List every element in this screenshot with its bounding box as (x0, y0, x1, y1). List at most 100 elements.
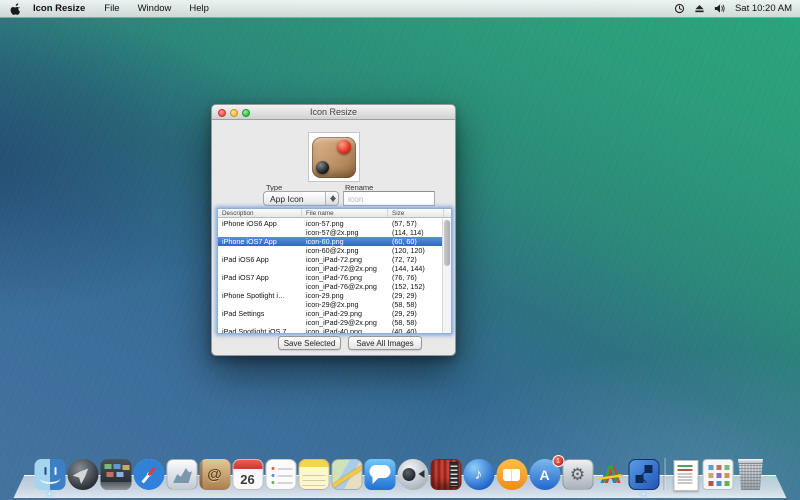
cell-filename: icon_iPad-72@2x.png (306, 264, 388, 273)
system-preferences-glyph: ⚙ (563, 460, 592, 489)
dock-icon-trash[interactable] (735, 459, 767, 490)
dock-divider (661, 454, 668, 490)
active-app-name[interactable]: Icon Resize (31, 3, 95, 14)
menu-help[interactable]: Help (180, 3, 218, 14)
dock-icon-letter-a-app[interactable]: A (595, 459, 627, 490)
table-row[interactable]: icon-57@2x.png (114, 114) (218, 228, 442, 237)
downloads-icon (702, 459, 733, 490)
icon-resize-app-icon (628, 459, 659, 490)
dock-icon-mail[interactable] (166, 459, 198, 490)
cell-size: (114, 114) (392, 228, 444, 237)
table-row[interactable]: iPad Spotlight iOS 7icon_iPad-40.png(40,… (218, 327, 442, 334)
photo-booth-icon (430, 459, 461, 490)
table-row[interactable]: icon_iPad-29@2x.png (58, 58) (218, 318, 442, 327)
mail-icon (166, 459, 197, 490)
column-header-file-name[interactable]: File name (302, 209, 388, 217)
table-header[interactable]: DescriptionFile nameSize (218, 209, 451, 218)
dock-icon-downloads[interactable] (702, 459, 734, 490)
dock-icon-icon-resize-app[interactable] (628, 459, 660, 490)
cell-description: iPhone iOS7 App (222, 237, 302, 246)
zoom-button[interactable] (242, 109, 250, 117)
dock-icon-maps[interactable] (331, 459, 363, 490)
cell-description (222, 282, 302, 291)
type-popup-button[interactable]: App Icon (263, 191, 339, 206)
cell-description: iPhone Spotlight i… (222, 291, 302, 300)
cell-filename: icon-29@2x.png (306, 300, 388, 309)
save-selected-button[interactable]: Save Selected (278, 336, 341, 350)
popup-stepper-icon (325, 192, 338, 205)
rename-input[interactable] (343, 191, 435, 206)
dock-icon-safari[interactable] (133, 459, 165, 490)
finder-icon (34, 459, 65, 490)
cell-size: (29, 29) (392, 309, 444, 318)
cell-description (222, 246, 302, 255)
cell-description (222, 264, 302, 273)
minimize-button[interactable] (230, 109, 238, 117)
letter-a-app-icon: A (595, 459, 626, 490)
table-row[interactable]: iPad iOS6 Appicon_iPad-72.png(72, 72) (218, 255, 442, 264)
dock-icon-mission-control[interactable] (100, 459, 132, 490)
table-row[interactable]: icon_iPad-72@2x.png(144, 144) (218, 264, 442, 273)
cell-description (222, 228, 302, 237)
cell-description: iPad Settings (222, 309, 302, 318)
dock-icon-itunes[interactable]: ♪ (463, 459, 495, 490)
dock-icon-ibooks[interactable] (496, 459, 528, 490)
cell-description (222, 300, 302, 309)
menu-window[interactable]: Window (129, 3, 181, 14)
table-row[interactable]: iPad Settingsicon_iPad-29.png(29, 29) (218, 309, 442, 318)
table-row[interactable]: icon_iPad-76@2x.png(152, 152) (218, 282, 442, 291)
cell-filename: icon-60@2x.png (306, 246, 388, 255)
dock-icon-facetime[interactable] (397, 459, 429, 490)
cell-filename: icon_iPad-76@2x.png (306, 282, 388, 291)
mission-control-icon (100, 459, 131, 490)
dock-icon-system-preferences[interactable]: ⚙ (562, 459, 594, 490)
table-scrollbar[interactable] (442, 219, 451, 333)
dock-icon-notes[interactable] (298, 459, 330, 490)
eject-icon[interactable] (694, 3, 705, 14)
system-preferences-icon: ⚙ (562, 459, 593, 490)
cell-filename: icon_iPad-29@2x.png (306, 318, 388, 327)
running-indicator (48, 492, 52, 496)
menu-bar-clock[interactable]: Sat 10:20 AM (735, 3, 792, 14)
app-icon-preview-image (312, 137, 356, 178)
table-row[interactable]: iPhone iOS6 Appicon-57.png(57, 57) (218, 219, 442, 228)
dock-icon-launchpad[interactable] (67, 459, 99, 490)
menu-file[interactable]: File (95, 3, 128, 14)
time-machine-icon[interactable] (674, 3, 685, 14)
cell-description: iPad iOS6 App (222, 255, 302, 264)
messages-icon (364, 459, 395, 490)
dock-icon-contacts[interactable]: @ (199, 459, 231, 490)
document-icon (669, 459, 700, 490)
safari-icon (133, 459, 164, 490)
cell-filename: icon-57@2x.png (306, 228, 388, 237)
table-row[interactable]: iPad iOS7 Appicon_iPad-76.png(76, 76) (218, 273, 442, 282)
table-row[interactable]: icon-29@2x.png(58, 58) (218, 300, 442, 309)
dock-icon-messages[interactable] (364, 459, 396, 490)
trash-icon (735, 459, 766, 490)
reminders-icon (265, 459, 296, 490)
volume-icon[interactable] (714, 3, 726, 14)
apple-menu-icon[interactable] (0, 2, 31, 15)
dock-icon-finder[interactable] (34, 459, 66, 490)
cell-size: (58, 58) (392, 318, 444, 327)
cell-filename: icon-29.png (306, 291, 388, 300)
maps-icon (331, 459, 362, 490)
dock-icon-photo-booth[interactable] (430, 459, 462, 490)
column-header-size[interactable]: Size (388, 209, 444, 217)
save-all-images-button[interactable]: Save All Images (348, 336, 422, 350)
scrollbar-thumb[interactable] (444, 220, 450, 266)
dock: @26 ♪ A1⚙A (30, 454, 771, 500)
column-header-description[interactable]: Description (218, 209, 302, 217)
table-row[interactable]: icon-60@2x.png(120, 120) (218, 246, 442, 255)
dock-icon-app-store[interactable]: A1 (529, 459, 561, 490)
window-titlebar[interactable]: Icon Resize (212, 105, 455, 120)
table-row[interactable]: iPhone Spotlight i…icon-29.png(29, 29) (218, 291, 442, 300)
dock-icon-reminders[interactable] (265, 459, 297, 490)
app-store-icon: A1 (529, 459, 560, 490)
cell-description (222, 318, 302, 327)
dock-icon-document[interactable] (669, 459, 701, 490)
dock-icon-calendar[interactable]: 26 (232, 459, 264, 490)
table-row[interactable]: iPhone iOS7 Appicon-60.png(60, 60) (218, 237, 442, 246)
sizes-table[interactable]: DescriptionFile nameSize iPhone iOS6 App… (217, 208, 452, 334)
close-button[interactable] (218, 109, 226, 117)
